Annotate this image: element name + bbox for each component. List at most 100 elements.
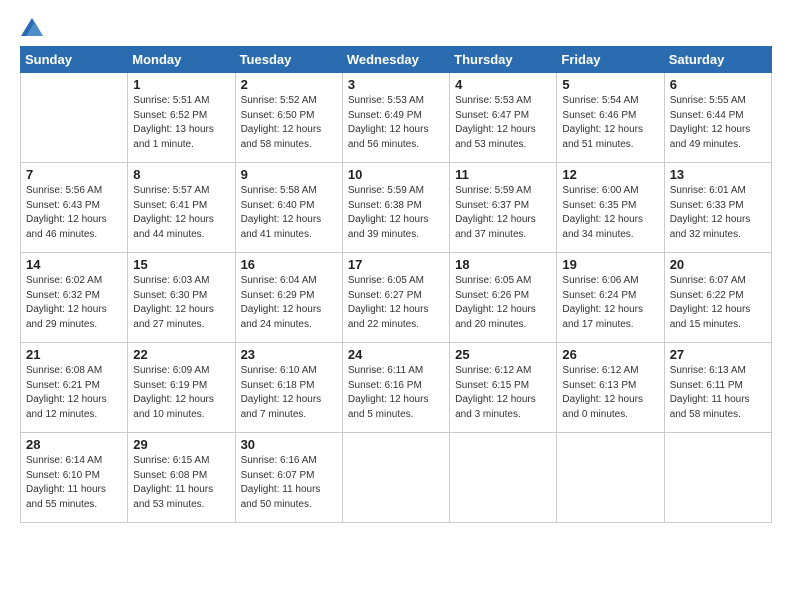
day-info: Sunrise: 6:13 AMSunset: 6:11 PMDaylight:… bbox=[670, 364, 766, 422]
calendar-cell: 3 Sunrise: 5:53 AMSunset: 6:49 PMDaylight… bbox=[342, 73, 449, 163]
day-number: 19 bbox=[562, 257, 658, 272]
day-number: 24 bbox=[348, 347, 444, 362]
day-number: 13 bbox=[670, 167, 766, 182]
calendar-cell: 22 Sunrise: 6:09 AMSunset: 6:19 PMDayligh… bbox=[128, 343, 235, 433]
day-info: Sunrise: 5:57 AMSunset: 6:41 PMDaylight:… bbox=[133, 184, 229, 242]
calendar-cell: 21 Sunrise: 6:08 AMSunset: 6:21 PMDayligh… bbox=[21, 343, 128, 433]
day-info: Sunrise: 6:00 AMSunset: 6:35 PMDaylight:… bbox=[562, 184, 658, 242]
day-number: 16 bbox=[241, 257, 337, 272]
page: SundayMondayTuesdayWednesdayThursdayFrid… bbox=[0, 0, 792, 612]
header-friday: Friday bbox=[557, 47, 664, 73]
calendar-cell: 14 Sunrise: 6:02 AMSunset: 6:32 PMDayligh… bbox=[21, 253, 128, 343]
calendar-cell bbox=[664, 433, 771, 523]
day-info: Sunrise: 6:06 AMSunset: 6:24 PMDaylight:… bbox=[562, 274, 658, 332]
calendar-cell: 6 Sunrise: 5:55 AMSunset: 6:44 PMDaylight… bbox=[664, 73, 771, 163]
day-info: Sunrise: 5:55 AMSunset: 6:44 PMDaylight:… bbox=[670, 94, 766, 152]
day-info: Sunrise: 6:14 AMSunset: 6:10 PMDaylight:… bbox=[26, 454, 122, 512]
header-tuesday: Tuesday bbox=[235, 47, 342, 73]
day-info: Sunrise: 5:52 AMSunset: 6:50 PMDaylight:… bbox=[241, 94, 337, 152]
day-info: Sunrise: 6:12 AMSunset: 6:13 PMDaylight:… bbox=[562, 364, 658, 422]
day-info: Sunrise: 6:02 AMSunset: 6:32 PMDaylight:… bbox=[26, 274, 122, 332]
calendar-cell: 18 Sunrise: 6:05 AMSunset: 6:26 PMDayligh… bbox=[450, 253, 557, 343]
header-wednesday: Wednesday bbox=[342, 47, 449, 73]
day-info: Sunrise: 6:16 AMSunset: 6:07 PMDaylight:… bbox=[241, 454, 337, 512]
day-number: 22 bbox=[133, 347, 229, 362]
calendar-cell: 29 Sunrise: 6:15 AMSunset: 6:08 PMDayligh… bbox=[128, 433, 235, 523]
day-number: 3 bbox=[348, 77, 444, 92]
day-info: Sunrise: 6:08 AMSunset: 6:21 PMDaylight:… bbox=[26, 364, 122, 422]
calendar-cell: 20Sunrise: 6:07 AMSunset: 6:22 PMDayligh… bbox=[664, 253, 771, 343]
day-number: 7 bbox=[26, 167, 122, 182]
calendar-cell: 24Sunrise: 6:11 AMSunset: 6:16 PMDayligh… bbox=[342, 343, 449, 433]
week-row-3: 14 Sunrise: 6:02 AMSunset: 6:32 PMDayligh… bbox=[21, 253, 772, 343]
week-row-4: 21 Sunrise: 6:08 AMSunset: 6:21 PMDayligh… bbox=[21, 343, 772, 433]
calendar-cell: 11 Sunrise: 5:59 AMSunset: 6:37 PMDayligh… bbox=[450, 163, 557, 253]
day-info: Sunrise: 6:15 AMSunset: 6:08 PMDaylight:… bbox=[133, 454, 229, 512]
calendar-cell: 30 Sunrise: 6:16 AMSunset: 6:07 PMDayligh… bbox=[235, 433, 342, 523]
calendar-cell: 4 Sunrise: 5:53 AMSunset: 6:47 PMDaylight… bbox=[450, 73, 557, 163]
week-row-1: 1 Sunrise: 5:51 AMSunset: 6:52 PMDaylight… bbox=[21, 73, 772, 163]
day-number: 5 bbox=[562, 77, 658, 92]
day-info: Sunrise: 5:54 AMSunset: 6:46 PMDaylight:… bbox=[562, 94, 658, 152]
logo-icon bbox=[21, 18, 43, 36]
day-info: Sunrise: 6:09 AMSunset: 6:19 PMDaylight:… bbox=[133, 364, 229, 422]
day-number: 6 bbox=[670, 77, 766, 92]
day-info: Sunrise: 5:51 AMSunset: 6:52 PMDaylight:… bbox=[133, 94, 229, 152]
day-number: 8 bbox=[133, 167, 229, 182]
calendar-cell: 15Sunrise: 6:03 AMSunset: 6:30 PMDayligh… bbox=[128, 253, 235, 343]
day-number: 17 bbox=[348, 257, 444, 272]
day-number: 11 bbox=[455, 167, 551, 182]
calendar-cell bbox=[342, 433, 449, 523]
day-number: 28 bbox=[26, 437, 122, 452]
day-number: 27 bbox=[670, 347, 766, 362]
header-saturday: Saturday bbox=[664, 47, 771, 73]
calendar-cell: 1 Sunrise: 5:51 AMSunset: 6:52 PMDaylight… bbox=[128, 73, 235, 163]
calendar-cell: 5 Sunrise: 5:54 AMSunset: 6:46 PMDaylight… bbox=[557, 73, 664, 163]
calendar-cell: 2 Sunrise: 5:52 AMSunset: 6:50 PMDaylight… bbox=[235, 73, 342, 163]
day-info: Sunrise: 6:05 AMSunset: 6:27 PMDaylight:… bbox=[348, 274, 444, 332]
calendar-cell: 23Sunrise: 6:10 AMSunset: 6:18 PMDayligh… bbox=[235, 343, 342, 433]
day-number: 15 bbox=[133, 257, 229, 272]
day-info: Sunrise: 5:59 AMSunset: 6:38 PMDaylight:… bbox=[348, 184, 444, 242]
calendar-cell: 28 Sunrise: 6:14 AMSunset: 6:10 PMDayligh… bbox=[21, 433, 128, 523]
day-info: Sunrise: 6:01 AMSunset: 6:33 PMDaylight:… bbox=[670, 184, 766, 242]
calendar-cell bbox=[450, 433, 557, 523]
day-info: Sunrise: 6:05 AMSunset: 6:26 PMDaylight:… bbox=[455, 274, 551, 332]
day-info: Sunrise: 6:04 AMSunset: 6:29 PMDaylight:… bbox=[241, 274, 337, 332]
calendar-cell: 12 Sunrise: 6:00 AMSunset: 6:35 PMDayligh… bbox=[557, 163, 664, 253]
day-number: 4 bbox=[455, 77, 551, 92]
calendar-cell: 25Sunrise: 6:12 AMSunset: 6:15 PMDayligh… bbox=[450, 343, 557, 433]
day-number: 12 bbox=[562, 167, 658, 182]
week-row-2: 7Sunrise: 5:56 AMSunset: 6:43 PMDaylight… bbox=[21, 163, 772, 253]
header-sunday: Sunday bbox=[21, 47, 128, 73]
day-number: 2 bbox=[241, 77, 337, 92]
day-info: Sunrise: 5:53 AMSunset: 6:49 PMDaylight:… bbox=[348, 94, 444, 152]
calendar-cell: 7Sunrise: 5:56 AMSunset: 6:43 PMDaylight… bbox=[21, 163, 128, 253]
day-number: 21 bbox=[26, 347, 122, 362]
calendar-cell: 16 Sunrise: 6:04 AMSunset: 6:29 PMDayligh… bbox=[235, 253, 342, 343]
calendar-cell: 17 Sunrise: 6:05 AMSunset: 6:27 PMDayligh… bbox=[342, 253, 449, 343]
header bbox=[20, 18, 772, 36]
day-number: 18 bbox=[455, 257, 551, 272]
day-info: Sunrise: 5:59 AMSunset: 6:37 PMDaylight:… bbox=[455, 184, 551, 242]
header-monday: Monday bbox=[128, 47, 235, 73]
calendar: SundayMondayTuesdayWednesdayThursdayFrid… bbox=[20, 46, 772, 523]
day-number: 30 bbox=[241, 437, 337, 452]
day-info: Sunrise: 6:07 AMSunset: 6:22 PMDaylight:… bbox=[670, 274, 766, 332]
day-info: Sunrise: 5:53 AMSunset: 6:47 PMDaylight:… bbox=[455, 94, 551, 152]
day-info: Sunrise: 6:12 AMSunset: 6:15 PMDaylight:… bbox=[455, 364, 551, 422]
day-number: 14 bbox=[26, 257, 122, 272]
calendar-cell: 10Sunrise: 5:59 AMSunset: 6:38 PMDayligh… bbox=[342, 163, 449, 253]
calendar-cell: 27 Sunrise: 6:13 AMSunset: 6:11 PMDayligh… bbox=[664, 343, 771, 433]
week-row-5: 28 Sunrise: 6:14 AMSunset: 6:10 PMDayligh… bbox=[21, 433, 772, 523]
day-number: 26 bbox=[562, 347, 658, 362]
day-number: 1 bbox=[133, 77, 229, 92]
header-thursday: Thursday bbox=[450, 47, 557, 73]
day-info: Sunrise: 6:10 AMSunset: 6:18 PMDaylight:… bbox=[241, 364, 337, 422]
calendar-cell bbox=[21, 73, 128, 163]
calendar-cell: 26 Sunrise: 6:12 AMSunset: 6:13 PMDayligh… bbox=[557, 343, 664, 433]
day-info: Sunrise: 5:58 AMSunset: 6:40 PMDaylight:… bbox=[241, 184, 337, 242]
day-number: 29 bbox=[133, 437, 229, 452]
calendar-cell: 9 Sunrise: 5:58 AMSunset: 6:40 PMDaylight… bbox=[235, 163, 342, 253]
day-number: 9 bbox=[241, 167, 337, 182]
